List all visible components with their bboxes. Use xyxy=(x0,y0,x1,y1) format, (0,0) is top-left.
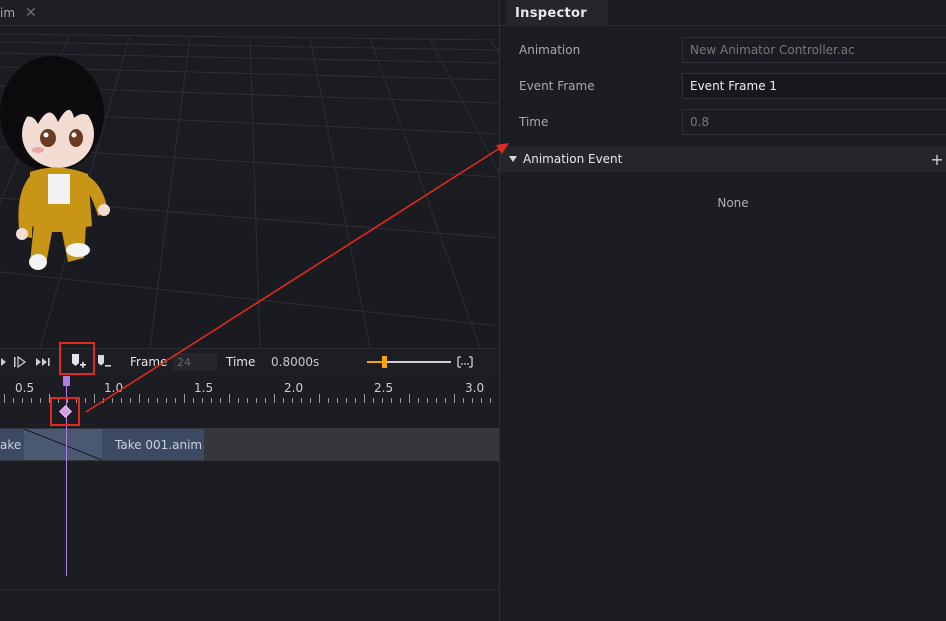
clip-take-001[interactable]: Take 001.anim xyxy=(102,429,204,460)
clip-previous-label: ake 0 xyxy=(0,437,24,452)
empty-state-text: None xyxy=(717,196,749,210)
time-value: 0.8000s xyxy=(271,355,320,369)
time-field: 0.8 xyxy=(682,109,946,135)
animation-row: Animation New Animator Controller.ac xyxy=(500,35,946,65)
fit-view-icon[interactable] xyxy=(456,349,474,375)
animation-editor-panel: im ✕ Frame 24 Time 0.8000s 0.5 1.0 1.5 2… xyxy=(0,0,499,621)
last-frame-icon[interactable] xyxy=(34,349,54,375)
clip-previous[interactable]: ake 0 xyxy=(0,429,24,460)
clip-take-001-label: Take 001.anim xyxy=(115,437,203,452)
animation-event-title: Animation Event xyxy=(523,152,623,166)
time-row: Time 0.8 xyxy=(500,107,946,137)
viewport-grid xyxy=(0,26,499,348)
timeline-toolbar: Frame Time 0.8000s xyxy=(0,348,499,374)
event-frame-label: Event Frame xyxy=(519,79,595,93)
play-icon[interactable] xyxy=(0,349,8,375)
tab-animation-label: im xyxy=(0,6,16,20)
tab-animation[interactable]: im ✕ xyxy=(0,0,43,26)
ruler-ticks xyxy=(4,394,491,403)
animation-label: Animation xyxy=(519,43,581,57)
tab-inspector[interactable]: Inspector xyxy=(506,0,608,26)
add-icon[interactable]: + xyxy=(930,146,944,172)
frame-label: Frame xyxy=(130,355,168,369)
frame-input[interactable] xyxy=(173,353,217,371)
playhead-handle[interactable] xyxy=(63,376,70,386)
remove-event-button[interactable] xyxy=(94,349,116,375)
add-event-button[interactable] xyxy=(60,345,94,377)
inspector-tab-bar: Inspector xyxy=(500,0,946,26)
scene-viewport[interactable] xyxy=(0,26,499,348)
collapse-triangle-icon[interactable] xyxy=(509,156,517,162)
next-frame-icon[interactable] xyxy=(12,349,28,375)
time-label: Time xyxy=(226,355,256,369)
timeline-ruler[interactable]: 0.5 1.0 1.5 2.0 2.5 3.0 xyxy=(0,374,499,428)
event-frame-row: Event Frame Event Frame 1 xyxy=(500,71,946,101)
inspector-panel: Inspector Animation New Animator Control… xyxy=(500,0,946,621)
time-label: Time xyxy=(519,115,549,129)
clip-track[interactable]: ake 0 Take 001.anim xyxy=(0,428,499,461)
animation-field: New Animator Controller.ac xyxy=(682,37,946,63)
zoom-slider-handle[interactable] xyxy=(382,356,387,368)
editor-tab-bar: im ✕ xyxy=(0,0,499,26)
animation-event-section-header[interactable]: Animation Event + xyxy=(500,146,946,172)
close-icon[interactable]: ✕ xyxy=(25,5,37,21)
event-frame-input[interactable]: Event Frame 1 xyxy=(682,73,946,99)
panel-bottom-divider xyxy=(0,589,499,590)
clip-transition[interactable] xyxy=(24,429,102,460)
zoom-slider-track[interactable] xyxy=(367,356,451,368)
